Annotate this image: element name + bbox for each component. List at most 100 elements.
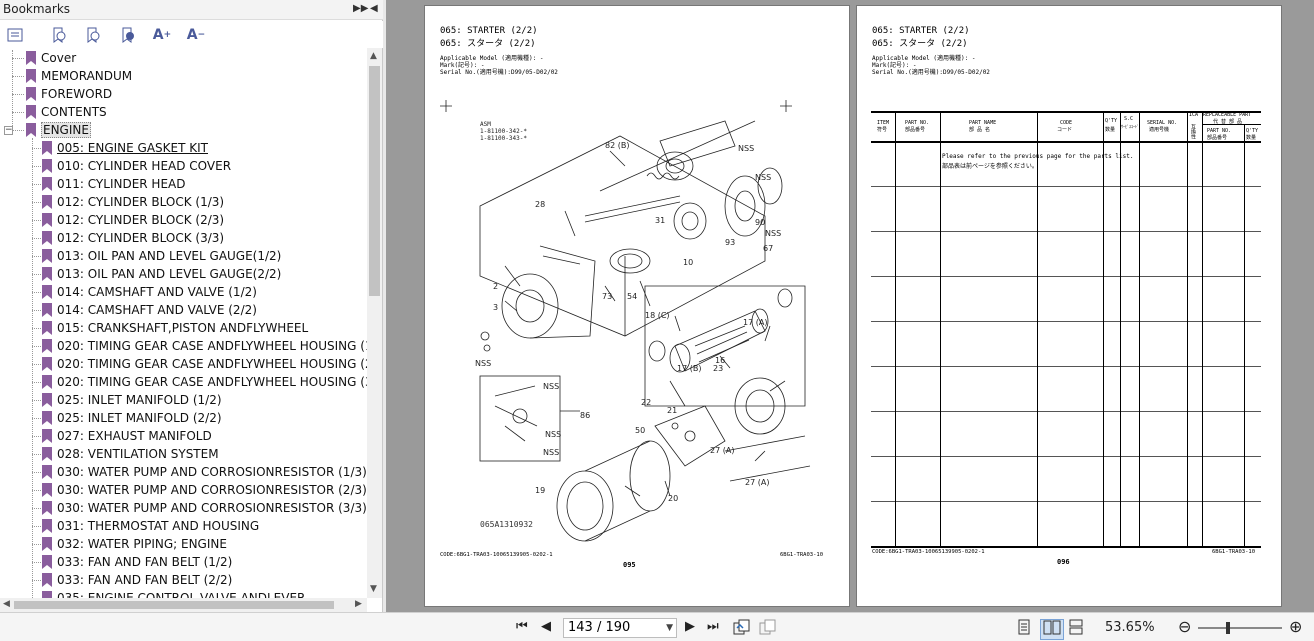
bookmark-icon: [42, 231, 52, 245]
diagram-callout: 73: [602, 292, 613, 301]
bookmark-subitem[interactable]: 033: FAN AND FAN BELT (2/2): [0, 571, 367, 589]
bookmark-subitem[interactable]: 012: CYLINDER BLOCK (1/3): [0, 193, 367, 211]
col-ica: ICA: [1189, 112, 1199, 118]
diagram-callout: 23: [713, 364, 724, 373]
close-panel-icon[interactable]: ◀: [370, 3, 378, 14]
bookmark-item[interactable]: CONTENTS: [0, 103, 367, 121]
bookmark-subitem[interactable]: 012: CYLINDER BLOCK (2/3): [0, 211, 367, 229]
bookmark-subitem[interactable]: 035: ENGINE CONTROL VALVE ANDLEVER: [0, 589, 367, 598]
bookmark-label: 013: OIL PAN AND LEVEL GAUGE(1/2): [57, 249, 282, 263]
decrease-text-size-icon[interactable]: A −: [186, 25, 206, 45]
page-dropdown-icon[interactable]: ▼: [666, 619, 673, 637]
bookmark-item[interactable]: Cover: [0, 49, 367, 67]
diagram-callout: 22: [641, 398, 652, 407]
bookmark-subitem[interactable]: 020: TIMING GEAR CASE ANDFLYWHEEL HOUSIN…: [0, 337, 367, 355]
bookmark-icon: [42, 537, 52, 551]
single-page-view-icon[interactable]: [1017, 619, 1031, 639]
bookmark-icon: [42, 573, 52, 587]
zoom-in-icon[interactable]: ⊕: [1289, 617, 1302, 636]
next-page-icon[interactable]: ▶: [685, 619, 695, 634]
next-view-icon[interactable]: [759, 619, 777, 639]
scroll-right-icon[interactable]: ▶: [355, 599, 362, 609]
bookmarks-header: Bookmarks ▶▶ ◀: [0, 0, 383, 20]
bookmark-subitem[interactable]: 030: WATER PUMP AND CORROSIONRESISTOR (1…: [0, 463, 367, 481]
page-number-input[interactable]: 143 / 190 ▼: [563, 618, 677, 638]
bookmark-icon: [42, 375, 52, 389]
right-title-en: 065: STARTER (2/2): [872, 26, 970, 36]
collapse-panel-icon[interactable]: ▶▶: [353, 3, 368, 14]
bookmark-subitem[interactable]: 012: CYLINDER BLOCK (3/3): [0, 229, 367, 247]
right-serial: Serial No.(適用号機):D99/05-D02/02: [872, 69, 990, 76]
bookmark-item[interactable]: MEMORANDUM: [0, 67, 367, 85]
zoom-slider-knob[interactable]: [1226, 622, 1230, 634]
bookmark-icon: [42, 393, 52, 407]
scrollbar-thumb[interactable]: [369, 66, 380, 296]
bookmark-icon: [42, 555, 52, 569]
col-sc-jp: ｻｰﾋﾞｽｺｰﾄﾞ: [1121, 124, 1139, 129]
bookmark-label: 028: VENTILATION SYSTEM: [57, 447, 219, 461]
two-page-view-icon[interactable]: [1040, 619, 1064, 640]
page-number-value: 143 / 190: [568, 620, 631, 635]
previous-page-icon[interactable]: ◀: [541, 619, 551, 634]
col-code-jp: コード: [1057, 127, 1073, 133]
expand-bookmark-icon[interactable]: [49, 25, 69, 45]
bookmark-subitem[interactable]: 030: WATER PUMP AND CORROSIONRESISTOR (3…: [0, 499, 367, 517]
bookmark-subitem[interactable]: 015: CRANKSHAFT,PISTON ANDFLYWHEEL: [0, 319, 367, 337]
diagram-callout: NSS: [543, 382, 560, 391]
diagram-callout: 31: [655, 216, 666, 225]
document-viewport[interactable]: 065: STARTER (2/2) 065: スタータ (2/2) Appli…: [386, 0, 1314, 612]
bookmark-subitem[interactable]: 020: TIMING GEAR CASE ANDFLYWHEEL HOUSIN…: [0, 355, 367, 373]
bookmark-label: 031: THERMOSTAT AND HOUSING: [57, 519, 260, 533]
bookmark-subitem[interactable]: 010: CYLINDER HEAD COVER: [0, 157, 367, 175]
bookmarks-vertical-scrollbar[interactable]: ▲ ▼: [367, 48, 382, 598]
right-code-line: CODE:6BG1-TRA03-10065139905-0202-1: [872, 549, 985, 555]
zoom-slider[interactable]: [1198, 622, 1282, 634]
diagram-callout: 54: [627, 292, 638, 301]
add-bookmark-icon[interactable]: [83, 25, 103, 45]
continuous-view-icon[interactable]: [1068, 619, 1084, 639]
col-partno-jp: 部品番号: [905, 127, 926, 133]
bookmark-item[interactable]: FOREWORD: [0, 85, 367, 103]
bookmark-subitem[interactable]: 014: CAMSHAFT AND VALVE (2/2): [0, 301, 367, 319]
bookmark-options-icon[interactable]: [5, 25, 25, 45]
scroll-left-icon[interactable]: ◀: [3, 599, 10, 609]
bookmarks-horizontal-scrollbar[interactable]: ◀ ▶: [0, 598, 367, 612]
bookmark-subitem[interactable]: 027: EXHAUST MANIFOLD: [0, 427, 367, 445]
last-page-icon[interactable]: ⏭: [707, 619, 719, 634]
bookmark-subitem[interactable]: 011: CYLINDER HEAD: [0, 175, 367, 193]
increase-text-size-icon[interactable]: A +: [152, 25, 172, 45]
first-page-icon[interactable]: ⏮: [516, 619, 528, 634]
bookmark-subitem[interactable]: 020: TIMING GEAR CASE ANDFLYWHEEL HOUSIN…: [0, 373, 367, 391]
figure-code: 065A1310932: [480, 520, 533, 529]
bookmark-subitem[interactable]: 028: VENTILATION SYSTEM: [0, 445, 367, 463]
right-title-jp: 065: スタータ (2/2): [872, 39, 968, 49]
bookmark-icon: [42, 591, 52, 598]
exploded-starter-diagram: [440, 100, 811, 542]
bookmark-icon: [42, 141, 52, 155]
bookmark-subitem[interactable]: 032: WATER PIPING; ENGINE: [0, 535, 367, 553]
bookmark-subitem[interactable]: 025: INLET MANIFOLD (2/2): [0, 409, 367, 427]
bookmark-subitem[interactable]: 013: OIL PAN AND LEVEL GAUGE(2/2): [0, 265, 367, 283]
bookmark-subitem[interactable]: 031: THERMOSTAT AND HOUSING: [0, 517, 367, 535]
bookmark-subitem[interactable]: 013: OIL PAN AND LEVEL GAUGE(1/2): [0, 247, 367, 265]
bookmark-icon: [42, 267, 52, 281]
delete-bookmark-icon[interactable]: [118, 25, 138, 45]
bookmark-icon: [42, 249, 52, 263]
zoom-out-icon[interactable]: ⊖: [1178, 617, 1191, 636]
bookmark-subitem[interactable]: 033: FAN AND FAN BELT (1/2): [0, 553, 367, 571]
bookmark-subitem[interactable]: 025: INLET MANIFOLD (1/2): [0, 391, 367, 409]
scroll-up-icon[interactable]: ▲: [370, 51, 377, 61]
previous-view-icon[interactable]: [733, 619, 751, 639]
left-title-en: 065: STARTER (2/2): [440, 26, 538, 36]
table-note-en: Please refer to the previous page for th…: [942, 153, 1134, 160]
scroll-down-icon[interactable]: ▼: [370, 584, 377, 594]
bookmark-subitem[interactable]: 030: WATER PUMP AND CORROSIONRESISTOR (2…: [0, 481, 367, 499]
bookmark-icon: [26, 69, 36, 83]
bookmark-subitem[interactable]: 005: ENGINE GASKET KIT: [0, 139, 367, 157]
bookmark-subitem[interactable]: 014: CAMSHAFT AND VALVE (1/2): [0, 283, 367, 301]
diagram-callout: 50: [635, 426, 646, 435]
bookmark-icon: [42, 519, 52, 533]
diagram-callout: 17 (A): [743, 318, 768, 327]
bookmark-item[interactable]: ENGINE −: [0, 121, 367, 139]
hscrollbar-thumb[interactable]: [14, 601, 334, 609]
